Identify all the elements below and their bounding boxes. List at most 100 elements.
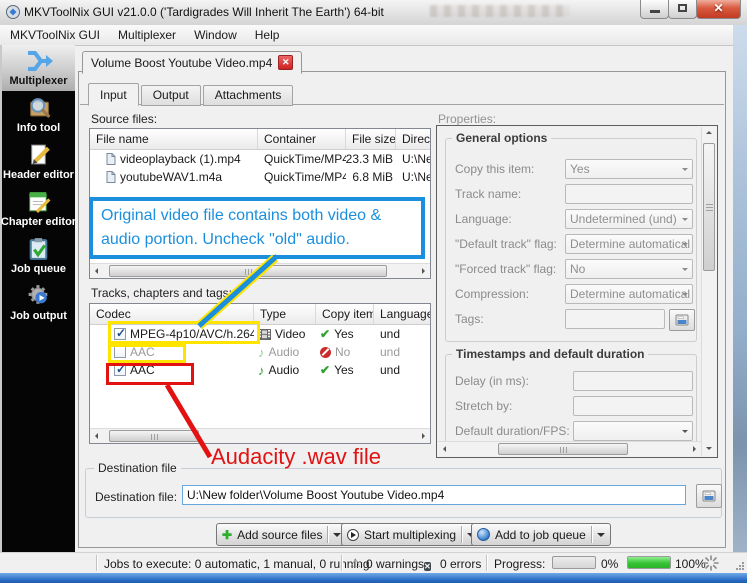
tab-input[interactable]: Input: [88, 83, 139, 106]
menu-help[interactable]: Help: [247, 26, 288, 44]
source-files-label: Source files:: [91, 112, 158, 126]
track-row[interactable]: AAC Audio No und: [90, 343, 430, 361]
scroll-left-icon[interactable]: [92, 433, 98, 439]
copy-value: No: [335, 345, 351, 359]
sidebar-item-job-output[interactable]: Job output: [2, 279, 75, 326]
sidebar-item-label: Job queue: [10, 263, 66, 275]
note-icon: [258, 363, 265, 378]
multiplexer-pane: Input Output Attachments Source files: F…: [78, 71, 726, 548]
column-header[interactable]: Language: [374, 304, 430, 324]
document-tab[interactable]: Volume Boost Youtube Video.mp4 ✕: [82, 51, 303, 74]
tracks-header: Codec Type Copy item Language: [90, 304, 430, 325]
column-header[interactable]: File size: [346, 129, 396, 149]
default-duration-select[interactable]: [573, 421, 693, 441]
forced-track-flag-select[interactable]: No: [565, 259, 693, 279]
add-source-files-button[interactable]: Add source files: [216, 523, 348, 546]
scroll-right-icon[interactable]: [422, 433, 428, 439]
tags-input[interactable]: [565, 309, 665, 329]
stretch-by-input[interactable]: [573, 396, 693, 416]
window-border-bottom: [0, 573, 747, 583]
scroll-down-icon[interactable]: [706, 447, 712, 453]
menu-window[interactable]: Window: [186, 26, 245, 44]
scroll-left-icon[interactable]: [440, 446, 446, 452]
sidebar-item-multiplexer[interactable]: Multiplexer: [2, 45, 75, 91]
default-track-flag-select[interactable]: Determine automatical: [565, 234, 693, 254]
check-icon: [320, 327, 330, 341]
copy-checkbox[interactable]: [114, 327, 126, 340]
sidebar-item-job-queue[interactable]: Job queue: [2, 232, 75, 279]
start-multiplexing-button[interactable]: Start multiplexing: [341, 523, 482, 546]
sidebar-item-header-editor[interactable]: Header editor: [2, 138, 75, 185]
sidebar-item-chapter-editor[interactable]: Chapter editor: [0, 185, 77, 232]
group-title: Timestamps and default duration: [452, 347, 649, 361]
delay-input[interactable]: [573, 371, 693, 391]
source-file-row[interactable]: youtubeWAV1.m4a QuickTime/MP4 6.8 MiB U:…: [90, 168, 430, 186]
minimize-button[interactable]: [640, 0, 669, 19]
track-row[interactable]: MPEG-4p10/AVC/h.264 Video Yes und: [90, 325, 430, 343]
horizontal-scrollbar[interactable]: [438, 441, 701, 456]
compression-select[interactable]: Determine automatical: [565, 284, 693, 304]
copy-checkbox[interactable]: [114, 346, 126, 358]
column-header[interactable]: Codec: [90, 304, 254, 324]
resize-grip[interactable]: [735, 561, 745, 571]
column-header[interactable]: Director: [396, 129, 430, 149]
tags-browse-button[interactable]: [669, 309, 695, 331]
field-value: No: [570, 262, 586, 276]
source-file-row[interactable]: videoplayback (1).mp4 QuickTime/MP4 23.3…: [90, 150, 430, 168]
tab-attachments[interactable]: Attachments: [202, 85, 294, 106]
tab-output[interactable]: Output: [140, 85, 201, 106]
column-header[interactable]: Copy item: [316, 304, 374, 324]
title-bar[interactable]: MKVToolNix GUI v21.0.0 ('Tardigrades Wil…: [0, 0, 747, 26]
scrollbar-thumb[interactable]: [109, 265, 387, 277]
track-name-input[interactable]: [565, 184, 693, 204]
horizontal-scrollbar[interactable]: [90, 263, 430, 278]
directory: U:\New f: [402, 170, 430, 184]
app-icon: [6, 5, 20, 19]
scrollbar-thumb[interactable]: [498, 443, 628, 455]
scroll-left-icon[interactable]: [92, 268, 98, 274]
mkvtoolnix-window: { "window": { "title": "MKVToolNix GUI v…: [0, 0, 747, 583]
sidebar-item-label: Job output: [10, 310, 67, 322]
column-header[interactable]: Type: [254, 304, 316, 324]
status-bar: Jobs to execute: 0 automatic, 1 manual, …: [0, 552, 747, 573]
column-header[interactable]: File name: [90, 129, 258, 149]
scroll-right-icon[interactable]: [422, 268, 428, 274]
sidebar-item-info-tool[interactable]: Info tool: [2, 91, 75, 138]
copy-checkbox[interactable]: [114, 363, 126, 376]
error-icon: [424, 558, 431, 572]
language-select[interactable]: Undetermined (und): [565, 209, 693, 229]
destination-browse-button[interactable]: [696, 484, 722, 508]
column-header[interactable]: Container: [258, 129, 346, 149]
close-button[interactable]: [696, 0, 741, 19]
chevron-down-icon[interactable]: [596, 532, 605, 541]
scroll-right-icon[interactable]: [693, 446, 699, 452]
button-divider: [590, 526, 592, 543]
sidebar-item-label: Chapter editor: [0, 216, 77, 228]
scrollbar-thumb[interactable]: [703, 143, 715, 271]
queue-icon: [477, 528, 490, 541]
scroll-up-icon[interactable]: [706, 128, 712, 134]
horizontal-scrollbar[interactable]: [90, 428, 430, 443]
chevron-down-icon: [682, 268, 688, 274]
file-size: 6.8 MiB: [352, 170, 393, 184]
statusbar-separator: [486, 555, 487, 571]
track-language: und: [380, 363, 401, 377]
menu-mkvtoolnix-gui[interactable]: MKVToolNix GUI: [2, 26, 108, 44]
copy-this-item-select[interactable]: Yes: [565, 159, 693, 179]
scrollbar-thumb[interactable]: [109, 430, 199, 442]
annotation-blue-note: Original video file contains both video …: [89, 197, 425, 259]
menu-multiplexer[interactable]: Multiplexer: [110, 26, 184, 44]
document-tab-label: Volume Boost Youtube Video.mp4: [91, 55, 273, 70]
maximize-button[interactable]: [668, 0, 697, 19]
tracks-table[interactable]: Codec Type Copy item Language MPEG-4p10/…: [89, 303, 431, 444]
vertical-scrollbar[interactable]: [701, 127, 716, 456]
track-row[interactable]: AAC Audio Yes und: [90, 361, 430, 379]
chevron-down-icon: [682, 168, 688, 174]
destination-file-input[interactable]: [182, 485, 686, 505]
close-icon[interactable]: ✕: [278, 55, 294, 70]
add-to-job-queue-button[interactable]: Add to job queue: [471, 523, 611, 546]
file-icon: [106, 153, 116, 165]
container: QuickTime/MP4: [264, 170, 346, 184]
chevron-down-icon: [682, 430, 688, 436]
chapter-editor-icon: [28, 192, 50, 213]
